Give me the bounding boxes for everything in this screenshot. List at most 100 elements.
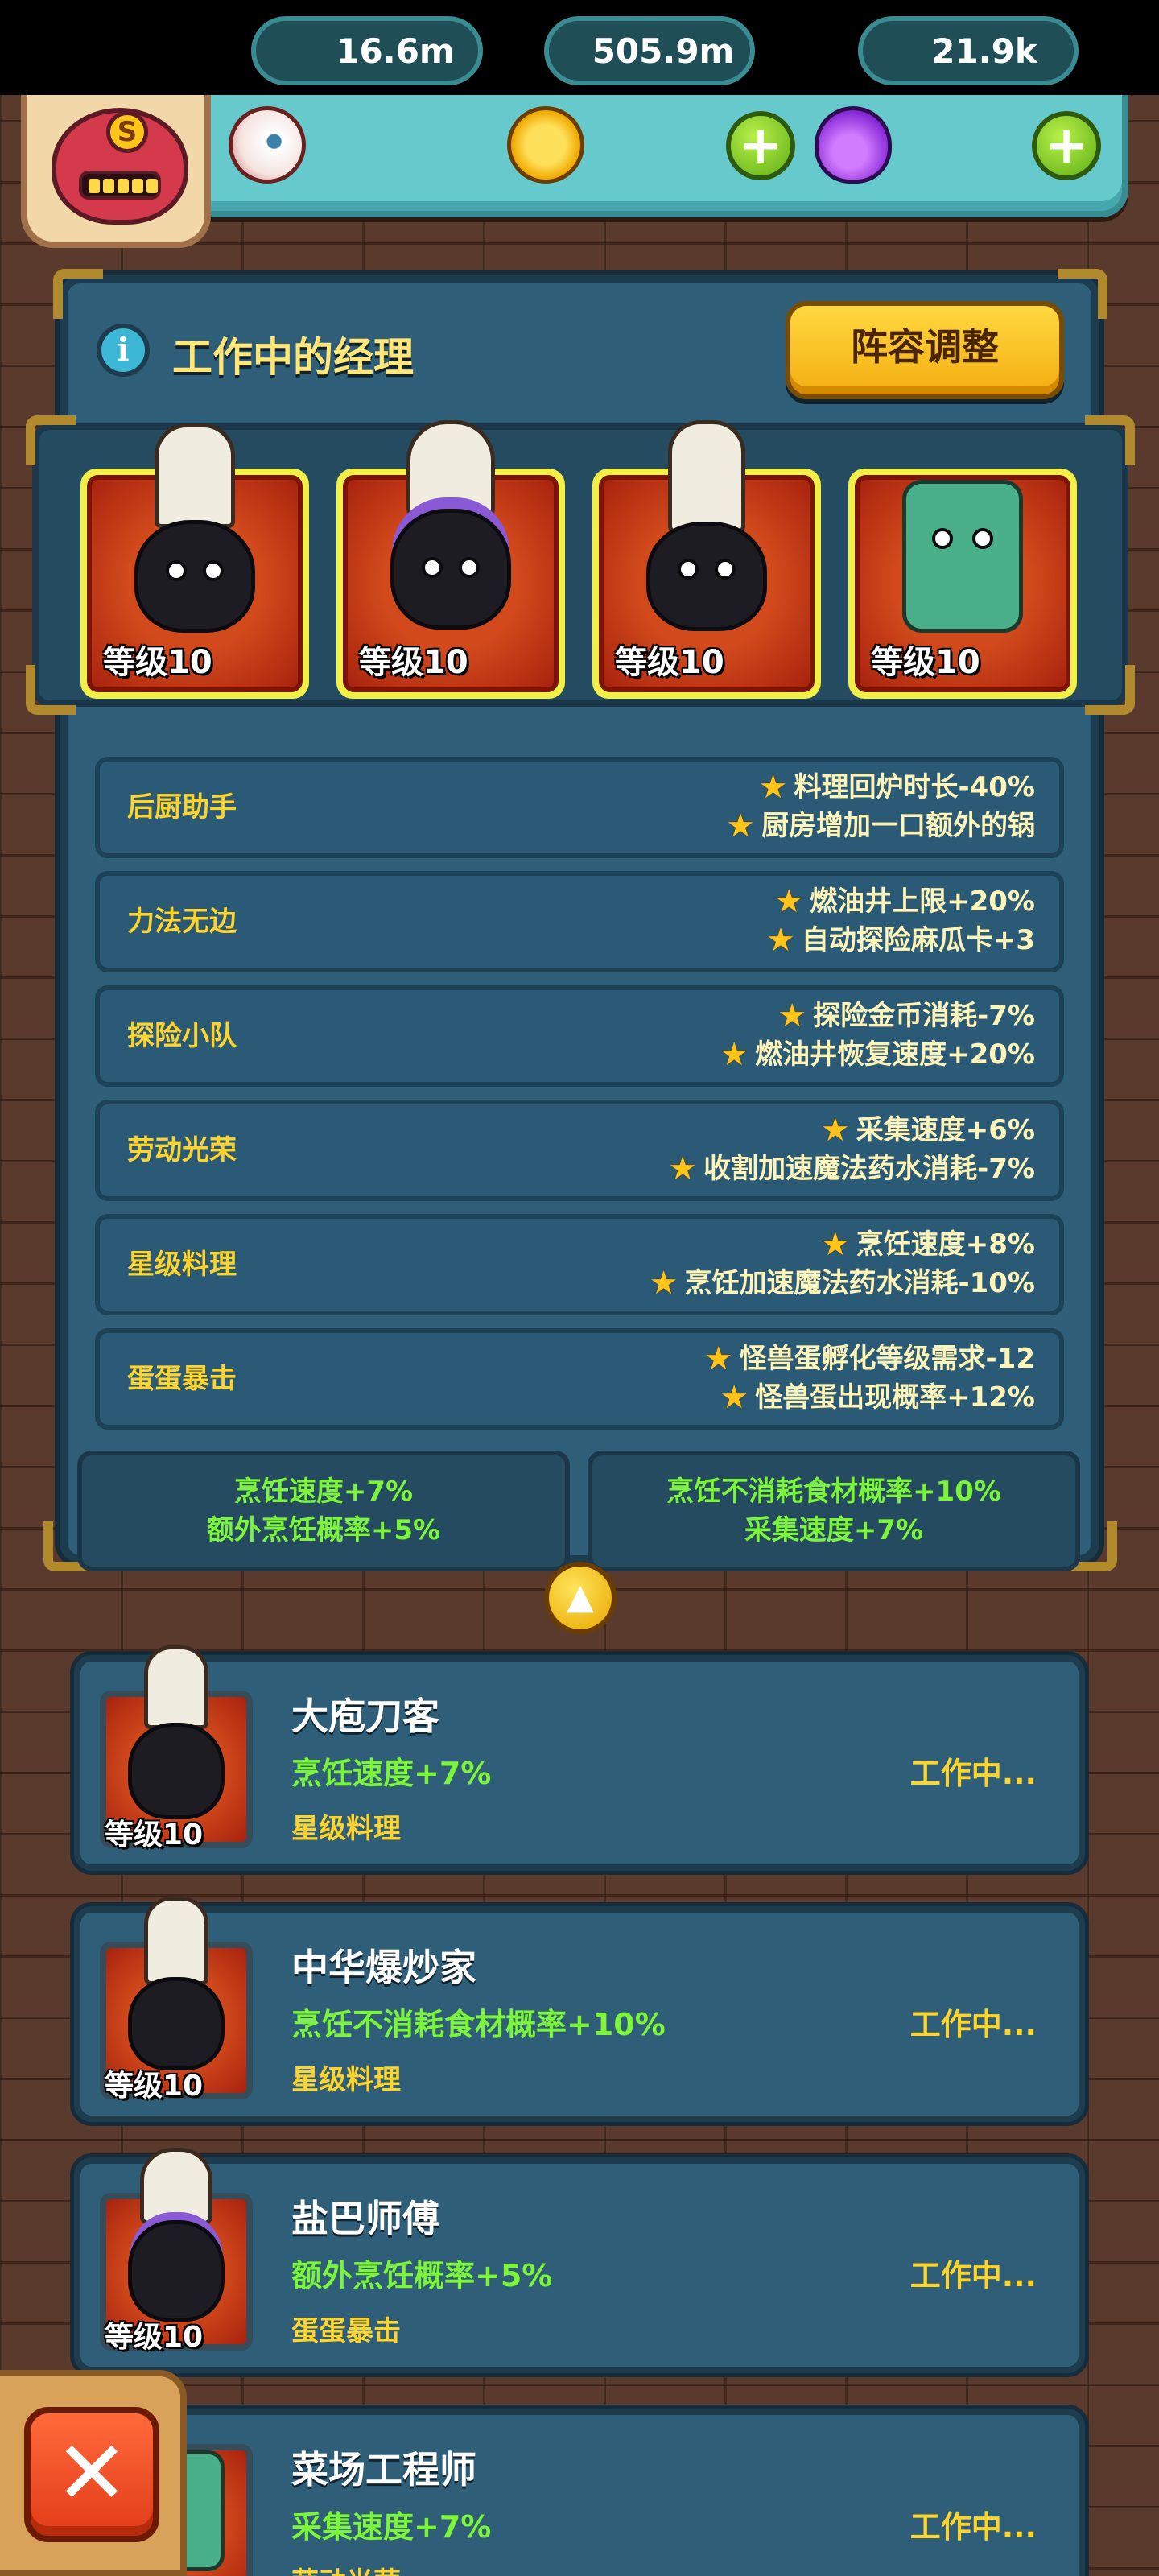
- manager-slot-4[interactable]: 等级10: [848, 469, 1077, 699]
- skill-effect: 燃油井上限+20%: [810, 886, 1035, 918]
- skill-row: 星级料理 ★ 烹饪速度+8% ★ 烹饪加速魔法药水消耗-10%: [95, 1214, 1064, 1315]
- manager-status: 工作中...: [909, 2509, 1037, 2545]
- manager-skill: 星级料理: [291, 1813, 401, 1845]
- potion-counter: 21.9k: [858, 16, 1079, 85]
- manager-list-item[interactable]: 等级10 盐巴师傅 额外烹饪概率+5% 蛋蛋暴击 工作中...: [74, 2148, 1085, 2373]
- bonus-line: 烹饪不消耗食材概率+10%: [666, 1476, 1001, 1508]
- bonus-line: 采集速度+7%: [744, 1514, 924, 1546]
- skill-row: 蛋蛋暴击 ★ 怪兽蛋孵化等级需求-12 ★ 怪兽蛋出现概率+12%: [95, 1328, 1064, 1430]
- star-icon: ★: [765, 922, 795, 959]
- manager-effect: 采集速度+7%: [291, 2509, 492, 2545]
- manager-skill: 劳动光荣: [291, 2560, 401, 2576]
- manager-slot-3[interactable]: 等级10: [592, 420, 821, 699]
- avatar-mouth: [79, 171, 161, 200]
- plus-icon: +: [739, 116, 782, 175]
- skill-effect: 烹饪速度+8%: [856, 1228, 1035, 1261]
- manager-list-item[interactable]: 等级10 中华爆炒家 烹饪不消耗食材概率+10% 星级料理 工作中...: [74, 1897, 1085, 2122]
- info-icon[interactable]: i: [97, 324, 150, 377]
- star-icon: ★: [820, 1226, 850, 1263]
- collapse-button[interactable]: ▲: [544, 1562, 617, 1634]
- add-potion-button[interactable]: +: [1032, 111, 1101, 180]
- skill-effect: 料理回炉时长-40%: [794, 771, 1036, 803]
- manager-slot-1[interactable]: 等级10: [80, 423, 309, 699]
- manager-name: 盐巴师傅: [291, 2197, 439, 2240]
- star-icon: ★: [668, 1150, 698, 1187]
- chef-character-icon: [124, 1897, 229, 2082]
- manager-portrait: 等级10: [100, 1897, 253, 2103]
- manager-level: 等级10: [871, 644, 980, 681]
- manager-skill: 蛋蛋暴击: [291, 2315, 401, 2347]
- manager-slot-2[interactable]: 等级10: [336, 420, 565, 699]
- strip-corner: [1085, 665, 1135, 715]
- adjust-lineup-button[interactable]: 阵容调整: [786, 301, 1064, 399]
- panel-corner: [53, 269, 103, 319]
- star-icon: ★: [758, 769, 788, 806]
- manager-list-item[interactable]: 菜场工程师 采集速度+7% 劳动光荣 工作中...: [74, 2409, 1085, 2576]
- chevron-up-icon: ▲: [567, 1576, 594, 1617]
- rank-badge: S: [106, 111, 148, 153]
- combined-bonus-right: 烹饪不消耗食材概率+10% 采集速度+7%: [588, 1451, 1080, 1571]
- star-icon: ★: [703, 1340, 733, 1377]
- skill-name: 星级料理: [127, 1249, 237, 1281]
- skill-effect: 收割加速魔法药水消耗-7%: [703, 1153, 1035, 1185]
- close-icon: ✕: [54, 2421, 130, 2524]
- eyeball-counter: 16.6m: [251, 16, 483, 85]
- skill-effect: 采集速度+6%: [856, 1114, 1035, 1146]
- manager-name: 大庖刀客: [291, 1695, 439, 1738]
- manager-level: 等级10: [105, 1818, 204, 1852]
- manager-level: 等级10: [103, 644, 212, 681]
- chef-character-icon: [124, 1645, 229, 1831]
- combined-bonus-left: 烹饪速度+7% 额外烹饪概率+5%: [77, 1451, 570, 1571]
- bonus-line: 额外烹饪概率+5%: [206, 1514, 441, 1546]
- coin-counter: 505.9m: [544, 16, 755, 85]
- resource-bar: [187, 95, 1128, 217]
- skill-name: 后厨助手: [127, 791, 237, 824]
- manager-status: 工作中...: [909, 2007, 1037, 2042]
- robot-character-icon: [898, 448, 1027, 649]
- star-icon: ★: [726, 807, 755, 844]
- manager-effect: 烹饪不消耗食材概率+10%: [291, 2007, 666, 2042]
- strip-corner: [1085, 415, 1135, 465]
- star-icon: ★: [720, 1036, 749, 1073]
- strip-corner: [26, 415, 76, 465]
- manager-portrait: 等级10: [100, 1645, 253, 1852]
- skill-row: 劳动光荣 ★ 采集速度+6% ★ 收割加速魔法药水消耗-7%: [95, 1100, 1064, 1201]
- chef-character-icon: [642, 420, 771, 646]
- manager-list-item[interactable]: 等级10 大庖刀客 烹饪速度+7% 星级料理 工作中...: [74, 1645, 1085, 1871]
- manager-level: 等级10: [105, 2070, 204, 2103]
- star-icon: ★: [777, 997, 807, 1034]
- manager-status: 工作中...: [909, 2258, 1037, 2293]
- eyeball-icon: [229, 106, 306, 184]
- potion-icon: [815, 106, 892, 184]
- add-coins-button[interactable]: +: [726, 111, 795, 180]
- chef-character-icon: [386, 420, 515, 646]
- close-button[interactable]: ✕: [24, 2407, 159, 2542]
- skill-name: 劳动光荣: [127, 1134, 237, 1166]
- manager-level: 等级10: [359, 644, 468, 681]
- manager-status: 工作中...: [909, 1756, 1037, 1791]
- coin-value: 505.9m: [592, 31, 735, 71]
- skill-name: 力法无边: [127, 906, 237, 938]
- avatar-monster-icon: S: [52, 108, 188, 225]
- skill-row: 后厨助手 ★ 料理回炉时长-40% ★ 厨房增加一口额外的锅: [95, 757, 1064, 858]
- skill-name: 探险小队: [127, 1020, 237, 1052]
- skill-effect: 自动探险麻瓜卡+3: [801, 924, 1035, 956]
- skill-name: 蛋蛋暴击: [127, 1363, 237, 1395]
- skill-effect: 怪兽蛋孵化等级需求-12: [739, 1343, 1035, 1375]
- skill-effect: 怪兽蛋出现概率+12%: [755, 1381, 1035, 1414]
- panel-title: 工作中的经理: [172, 334, 414, 381]
- manager-level: 等级10: [105, 2321, 204, 2354]
- potion-value: 21.9k: [931, 31, 1037, 71]
- star-icon: ★: [774, 883, 804, 920]
- star-icon: ★: [720, 1379, 749, 1416]
- player-avatar[interactable]: S: [21, 95, 211, 248]
- chef-character-icon: [124, 2148, 229, 2333]
- skill-effect: 厨房增加一口额外的锅: [761, 810, 1035, 842]
- manager-skill: 星级料理: [291, 2064, 401, 2096]
- skill-row: 探险小队 ★ 探险金币消耗-7% ★ 燃油井恢复速度+20%: [95, 985, 1064, 1087]
- coin-icon: [507, 106, 584, 184]
- star-icon: ★: [820, 1112, 850, 1149]
- star-icon: ★: [649, 1265, 678, 1302]
- panel-corner: [1058, 269, 1107, 319]
- eyeball-value: 16.6m: [336, 31, 455, 71]
